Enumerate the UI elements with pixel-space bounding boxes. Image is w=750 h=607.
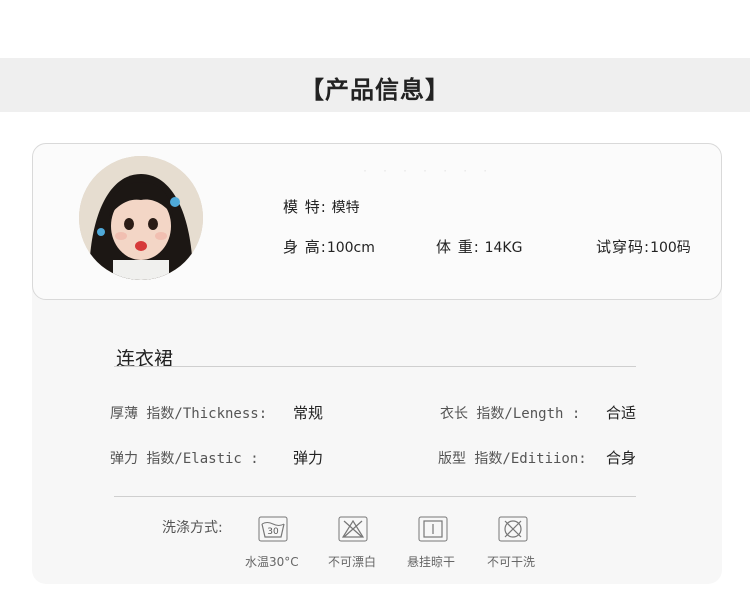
edition-label: 版型 指数/Editiion: <box>438 451 587 467</box>
thickness-value: 常规 <box>293 404 324 422</box>
trysize-key: 试穿码: <box>596 238 651 256</box>
length-label: 衣长 指数/Length : <box>440 406 581 422</box>
model-row: 模 特: 模特 <box>283 196 360 217</box>
model-key: 模 特: <box>283 198 327 216</box>
watermark: ······· <box>362 166 503 177</box>
length-value: 合适 <box>606 404 637 422</box>
trysize-row: 试穿码:100码 <box>596 236 691 257</box>
weight-row: 体 重: 14KG <box>436 236 522 257</box>
page-title: 【产品信息】 <box>300 76 450 104</box>
edition-value: 合身 <box>606 449 637 467</box>
height-key: 身 高: <box>283 238 327 256</box>
spec-card <box>32 270 722 584</box>
no-dry-clean-icon <box>498 516 528 542</box>
model-value: 模特 <box>331 200 360 216</box>
name-underline <box>114 366 636 367</box>
wash-temp-text: 30 <box>267 527 279 537</box>
elastic-label: 弹力 指数/Elastic : <box>110 451 259 467</box>
height-value: 100cm <box>326 240 375 256</box>
wash-caption-3: 悬挂晾干 <box>407 555 456 569</box>
hang-dry-icon <box>418 516 448 542</box>
avatar <box>79 156 203 280</box>
trysize-value: 100码 <box>650 240 691 256</box>
weight-key: 体 重: <box>436 238 480 256</box>
section-divider <box>114 496 636 497</box>
thickness-label: 厚薄 指数/Thickness: <box>110 406 268 422</box>
wash-30-icon: 30 <box>258 516 288 542</box>
height-row: 身 高:100cm <box>283 236 375 257</box>
no-bleach-icon <box>338 516 368 542</box>
wash-caption-2: 不可漂白 <box>328 555 377 569</box>
wash-caption-1: 水温30°C <box>245 555 299 569</box>
elastic-value: 弹力 <box>293 449 324 467</box>
weight-value: 14KG <box>484 240 523 256</box>
wash-label: 洗涤方式: <box>162 520 223 536</box>
wash-caption-4: 不可干洗 <box>487 555 536 569</box>
